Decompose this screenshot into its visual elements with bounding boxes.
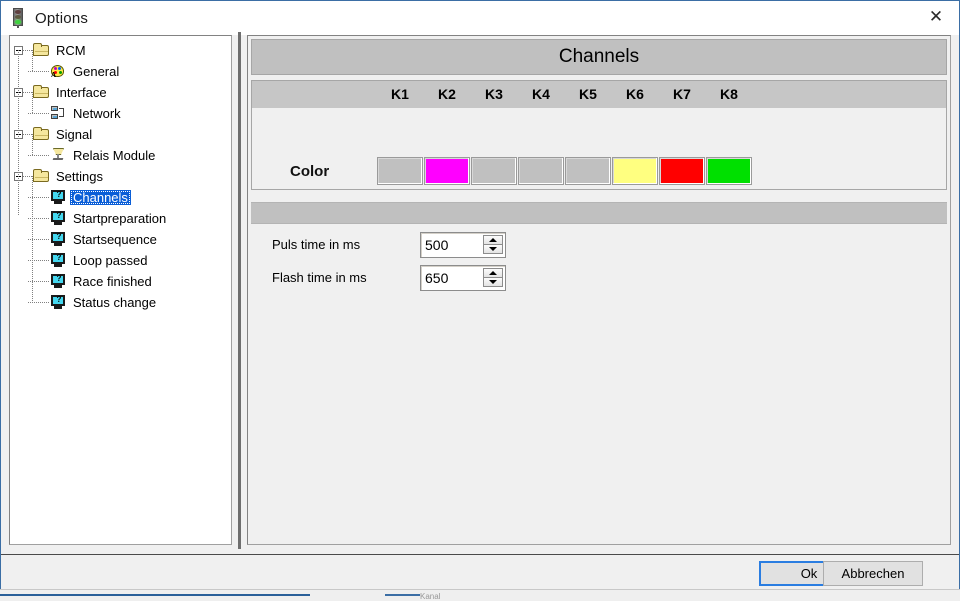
tree-item-startpreparation[interactable]: ? Startpreparation xyxy=(10,208,231,229)
color-row-label: Color xyxy=(290,163,330,180)
background-tab xyxy=(385,594,420,596)
tree-item-race-finished[interactable]: ? Race finished xyxy=(10,271,231,292)
tree-item-label: Startsequence xyxy=(73,232,157,247)
tree-item-label: Loop passed xyxy=(73,253,148,268)
tree-connector xyxy=(28,71,50,72)
field-row-flash-time-in-ms: Flash time in ms 650 xyxy=(248,265,648,291)
folder-icon xyxy=(33,85,50,100)
tree-item-network[interactable]: Network xyxy=(10,103,231,124)
question-monitor-icon: ? xyxy=(50,232,67,247)
section-separator xyxy=(251,202,947,224)
question-monitor-icon: ? xyxy=(50,211,67,226)
background-hint-text: Kanal xyxy=(420,592,441,601)
spinner-puls-time-in-ms[interactable]: 500 xyxy=(420,232,506,258)
field-label-flash-time-in-ms: Flash time in ms xyxy=(272,270,367,285)
tree-item-settings[interactable]: Settings xyxy=(10,166,231,187)
tree-item-label: Relais Module xyxy=(73,148,156,163)
question-monitor-icon: ? xyxy=(50,274,67,289)
color-swatch-k3[interactable] xyxy=(471,157,517,185)
panel-splitter[interactable] xyxy=(238,32,241,549)
page-title: Channels xyxy=(251,39,947,75)
channel-header-k3: K3 xyxy=(485,86,503,102)
tree-item-rcm[interactable]: RCM xyxy=(10,40,231,61)
channel-header-k5: K5 xyxy=(579,86,597,102)
color-swatch-k5[interactable] xyxy=(565,157,611,185)
tree-item-label: Interface xyxy=(56,85,107,100)
color-swatch-k6[interactable] xyxy=(612,157,658,185)
tree-item-label: Network xyxy=(73,106,121,121)
background-window-edge: Kanal xyxy=(0,589,960,601)
channel-header-k8: K8 xyxy=(720,86,738,102)
spinner-down-icon[interactable] xyxy=(483,277,503,287)
tree-item-status-change[interactable]: ? Status change xyxy=(10,292,231,313)
folder-icon xyxy=(33,127,50,142)
channel-header-k6: K6 xyxy=(626,86,644,102)
channel-color-group: Color K1 K2 K3 K4 K5 K6 K7 K8 xyxy=(251,80,947,190)
page-title-text: Channels xyxy=(558,46,640,67)
traffic-light-icon xyxy=(10,8,26,28)
tree-item-label: Status change xyxy=(73,295,157,310)
tree-connector xyxy=(28,155,50,156)
question-monitor-icon: ? xyxy=(50,295,67,310)
channels-page: Channels Color K1 K2 K3 K4 K5 K6 K7 K8 Puls tim… xyxy=(247,35,951,545)
tree-item-relais-module[interactable]: Relais Module xyxy=(10,145,231,166)
field-row-puls-time-in-ms: Puls time in ms 500 xyxy=(248,232,648,258)
tree-item-label: RCM xyxy=(56,43,86,58)
tree-item-general[interactable]: A General xyxy=(10,61,231,82)
color-swatch-k8[interactable] xyxy=(706,157,752,185)
tree-item-label: Signal xyxy=(56,127,93,142)
tree-item-label: Startpreparation xyxy=(73,211,167,226)
spinner-flash-time-in-ms[interactable]: 650 xyxy=(420,265,506,291)
tree-item-interface[interactable]: Interface xyxy=(10,82,231,103)
tree-item-label: Settings xyxy=(56,169,103,184)
dialog-footer: Ok Abbrechen xyxy=(1,555,959,589)
tree-trunk-line xyxy=(18,50,19,216)
tree-item-label: Channels xyxy=(70,190,131,205)
channel-header-k2: K2 xyxy=(438,86,456,102)
cancel-button[interactable]: Abbrechen xyxy=(823,561,923,586)
tree-branch-line xyxy=(32,50,33,71)
spinner-down-icon[interactable] xyxy=(483,244,503,254)
tree-item-channels[interactable]: ? Channels xyxy=(10,187,231,208)
channel-header-k7: K7 xyxy=(673,86,691,102)
tree-connector xyxy=(28,113,50,114)
tree-item-startsequence[interactable]: ? Startsequence xyxy=(10,229,231,250)
channel-header-k1: K1 xyxy=(391,86,409,102)
color-swatch-k1[interactable] xyxy=(377,157,423,185)
options-dialog: Options ✕ RCM A General Interface Network Sig… xyxy=(0,0,960,589)
dialog-body: RCM A General Interface Network Signal Relais … xyxy=(1,32,959,554)
spinner-value-flash-time-in-ms[interactable]: 650 xyxy=(425,270,448,286)
channel-header-k4: K4 xyxy=(532,86,550,102)
color-swatch-k4[interactable] xyxy=(518,157,564,185)
folder-icon xyxy=(33,169,50,184)
tree-branch-line xyxy=(32,176,33,302)
field-label-puls-time-in-ms: Puls time in ms xyxy=(272,237,361,252)
tree-item-signal[interactable]: Signal xyxy=(10,124,231,145)
tree-branch-line xyxy=(32,134,33,155)
tree-connector xyxy=(28,302,50,303)
close-icon[interactable]: ✕ xyxy=(913,1,959,34)
tree-item-loop-passed[interactable]: ? Loop passed xyxy=(10,250,231,271)
window-title: Options xyxy=(35,9,89,27)
tree-branch-line xyxy=(32,92,33,113)
network-icon xyxy=(50,106,67,121)
color-swatch-k7[interactable] xyxy=(659,157,705,185)
title-bar[interactable]: Options ✕ xyxy=(1,1,959,35)
settings-tree[interactable]: RCM A General Interface Network Signal Relais … xyxy=(9,35,232,545)
tree-item-label: General xyxy=(73,64,120,79)
palette-icon: A xyxy=(50,64,67,79)
question-monitor-icon: ? xyxy=(50,190,67,205)
tree-item-label: Race finished xyxy=(73,274,152,289)
color-swatch-k2[interactable] xyxy=(424,157,470,185)
question-monitor-icon: ? xyxy=(50,253,67,268)
background-accent xyxy=(0,594,310,596)
spinner-value-puls-time-in-ms[interactable]: 500 xyxy=(425,237,448,253)
relay-icon xyxy=(50,148,67,163)
folder-icon xyxy=(33,43,50,58)
